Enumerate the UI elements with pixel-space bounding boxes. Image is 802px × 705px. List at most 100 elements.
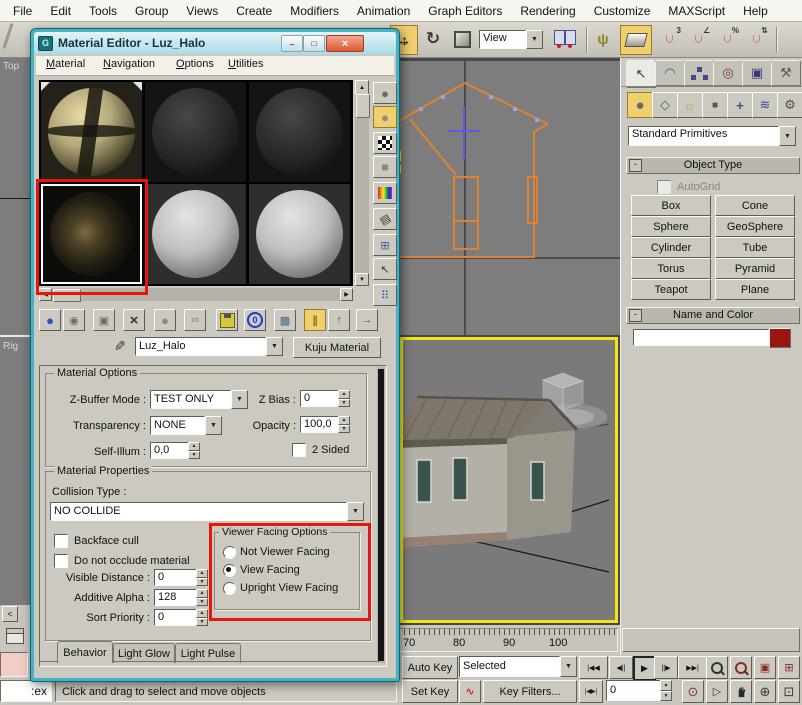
- menu-item-rendering[interactable]: Rendering: [511, 4, 584, 18]
- material-class-button[interactable]: Kuju Material: [293, 337, 381, 358]
- menu-item-tools[interactable]: Tools: [80, 4, 126, 18]
- left-viewport-strip[interactable]: Top Rig: [0, 58, 30, 605]
- viewport-label-top[interactable]: Top: [3, 61, 19, 72]
- assign-material-to-selection-button[interactable]: ▣: [93, 309, 115, 331]
- show-end-result-button[interactable]: ∥: [304, 309, 326, 331]
- scroll-down-button[interactable]: ▼: [355, 273, 369, 286]
- primitive-button-torus[interactable]: Torus: [631, 258, 711, 279]
- angle-snap-toggle-button[interactable]: ∩ ∠: [685, 25, 711, 53]
- name-and-color-rollout-header[interactable]: - Name and Color: [626, 307, 800, 324]
- front-viewport[interactable]: [398, 58, 620, 335]
- self-illum-spinner[interactable]: ▲ ▼: [188, 442, 200, 459]
- sample-horizontal-scrollbar[interactable]: ◀ ▶: [39, 288, 353, 301]
- maximize-viewport-button[interactable]: ⊡: [778, 680, 800, 703]
- minimize-button[interactable]: –: [281, 35, 303, 52]
- perspective-viewport[interactable]: [398, 335, 620, 625]
- sort-priority-field[interactable]: 0: [154, 609, 200, 626]
- select-and-rotate-button[interactable]: ↻: [420, 25, 446, 53]
- category-lights-button[interactable]: ☼: [677, 92, 703, 118]
- get-material-button[interactable]: ●: [39, 309, 61, 331]
- select-and-manipulate-button[interactable]: ψ: [591, 25, 615, 53]
- window-title-bar[interactable]: G Material Editor - Luz_Halo – □ ×: [34, 32, 396, 54]
- sample-slot-3[interactable]: [249, 82, 350, 182]
- menu-item-create[interactable]: Create: [227, 4, 281, 18]
- category-spacewarps-button[interactable]: ≋: [752, 92, 778, 118]
- use-pivot-point-center-button[interactable]: [550, 25, 580, 53]
- make-material-copy-button[interactable]: ●: [154, 309, 176, 331]
- sample-slot-2[interactable]: [145, 82, 246, 182]
- additive-alpha-spinner[interactable]: ▲ ▼: [196, 589, 208, 606]
- me-menu-utilities[interactable]: Utilities: [228, 58, 263, 70]
- material-name-dropdown[interactable]: Luz_Halo ▼: [135, 337, 283, 356]
- primitive-button-sphere[interactable]: Sphere: [631, 216, 711, 237]
- object-name-input[interactable]: [633, 329, 769, 346]
- radio-view-facing[interactable]: [223, 564, 236, 577]
- spinner-down-icon[interactable]: ▼: [338, 399, 350, 408]
- self-illum-field[interactable]: 0,0: [150, 442, 192, 459]
- parameters-scroll-thumb[interactable]: [378, 369, 384, 661]
- spinner-up-icon[interactable]: ▲: [338, 416, 350, 425]
- scroll-up-button[interactable]: ▲: [355, 80, 369, 95]
- menu-item-edit[interactable]: Edit: [41, 4, 80, 18]
- next-frame-button[interactable]: ||▶: [654, 656, 678, 679]
- open-listener-icon[interactable]: [6, 628, 24, 644]
- scroll-left-button[interactable]: ◀: [39, 288, 52, 301]
- primitive-button-tube[interactable]: Tube: [715, 237, 795, 258]
- collapse-icon[interactable]: -: [629, 159, 642, 172]
- object-category-dropdown[interactable]: Standard Primitives ▼: [628, 126, 796, 146]
- video-color-check-button[interactable]: [373, 182, 397, 204]
- go-to-end-button[interactable]: ▶▶|: [678, 656, 707, 679]
- percent-snap-toggle-button[interactable]: ∩ %: [714, 25, 740, 53]
- collision-type-dropdown[interactable]: NO COLLIDE ▼: [50, 502, 364, 521]
- additive-alpha-field[interactable]: 128: [154, 589, 200, 606]
- category-shapes-button[interactable]: ◇: [652, 92, 678, 118]
- chevron-down-icon[interactable]: ▼: [560, 656, 577, 677]
- zoom-extents-all-button[interactable]: ⊞: [778, 656, 800, 679]
- material-editor-options-button[interactable]: ⊞: [373, 234, 397, 256]
- object-type-rollout-header[interactable]: - Object Type: [626, 157, 800, 174]
- tab-light-pulse[interactable]: Light Pulse: [175, 643, 241, 663]
- opacity-field[interactable]: 100,0: [300, 416, 342, 433]
- category-cameras-button[interactable]: ■: [702, 92, 728, 118]
- put-material-to-scene-button[interactable]: ◉: [63, 309, 85, 331]
- primitive-button-teapot[interactable]: Teapot: [631, 279, 711, 300]
- primitive-button-plane[interactable]: Plane: [715, 279, 795, 300]
- chevron-down-icon[interactable]: ▼: [526, 30, 543, 49]
- key-mode-toggle-button[interactable]: |◀▶|: [579, 680, 603, 703]
- time-configuration-button[interactable]: ⊙: [682, 680, 704, 703]
- spinner-up-icon[interactable]: ▲: [338, 390, 350, 399]
- do-not-occlude-checkbox[interactable]: [54, 554, 68, 568]
- pick-material-from-object-button[interactable]: ✎: [111, 337, 129, 356]
- track-left-button[interactable]: <: [2, 606, 18, 622]
- keyboard-shortcut-override-toggle[interactable]: [620, 25, 652, 55]
- chevron-down-icon[interactable]: ▼: [266, 337, 283, 356]
- sort-priority-spinner[interactable]: ▲ ▼: [196, 609, 208, 626]
- menu-item-group[interactable]: Group: [126, 4, 177, 18]
- make-unique-button[interactable]: ∞: [184, 309, 206, 331]
- chevron-down-icon[interactable]: ▼: [347, 502, 364, 521]
- spinner-up-icon[interactable]: ▲: [196, 569, 208, 578]
- z-bias-spinner[interactable]: ▲ ▼: [338, 390, 350, 407]
- me-menu-material[interactable]: Material: [46, 58, 85, 70]
- tab-light-glow[interactable]: Light Glow: [113, 643, 175, 663]
- close-button[interactable]: ×: [326, 35, 364, 52]
- primitive-button-cylinder[interactable]: Cylinder: [631, 237, 711, 258]
- z-buffer-mode-dropdown[interactable]: TEST ONLY ▼: [150, 390, 248, 409]
- tab-behavior[interactable]: Behavior: [57, 641, 113, 663]
- select-and-scale-button[interactable]: [449, 25, 475, 53]
- category-systems-button[interactable]: ⚙: [777, 92, 802, 118]
- spinner-snap-toggle-button[interactable]: ∩ ⇅: [743, 25, 769, 53]
- primitive-button-cone[interactable]: Cone: [715, 195, 795, 216]
- field-of-view-button[interactable]: ▷: [706, 680, 728, 703]
- sample-slot-6[interactable]: [249, 184, 350, 284]
- pan-button[interactable]: [730, 680, 752, 703]
- maxscript-mini-listener-macro[interactable]: [0, 652, 28, 677]
- wireframe-house-canvas[interactable]: [398, 61, 620, 335]
- primitive-button-geosphere[interactable]: GeoSphere: [715, 216, 795, 237]
- set-key-button[interactable]: Set Key: [402, 680, 458, 703]
- show-map-in-viewport-button[interactable]: ▩: [274, 309, 296, 331]
- me-menu-navigation[interactable]: Navigation: [103, 58, 155, 70]
- me-menu-options[interactable]: Options: [176, 58, 214, 70]
- visible-distance-spinner[interactable]: ▲ ▼: [196, 569, 208, 586]
- two-sided-checkbox[interactable]: [292, 443, 306, 457]
